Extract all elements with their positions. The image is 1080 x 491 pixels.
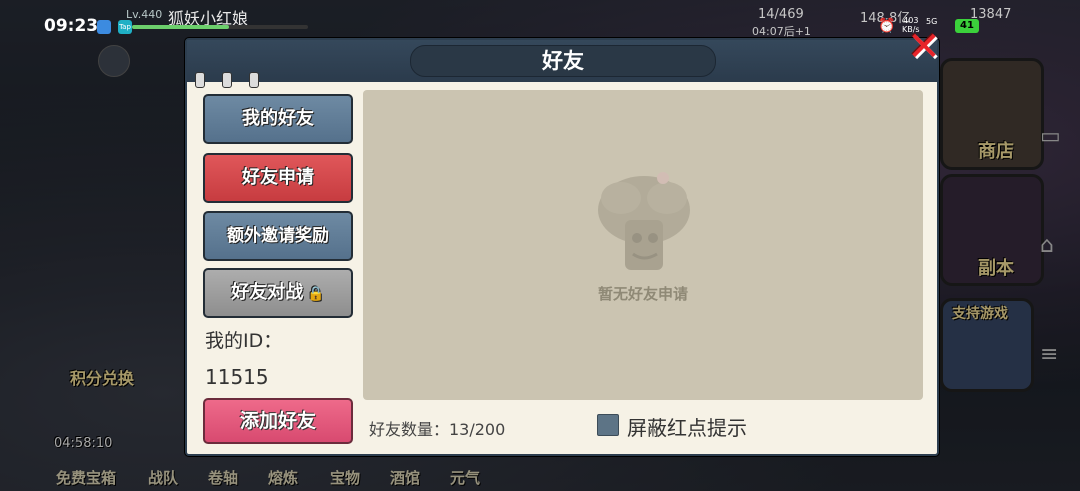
xp-bar-fill: [132, 25, 229, 29]
tab-friend-battle[interactable]: 好友对战 🔒: [203, 268, 353, 318]
rivet: [222, 72, 232, 88]
clock: 09:23: [44, 16, 99, 36]
dialog-header: 好友: [187, 40, 937, 82]
energy-count: 14/469: [758, 7, 804, 22]
lock-icon: 🔒: [307, 286, 325, 302]
app-notification-icon: [97, 20, 111, 34]
tab-label: 我的好友: [242, 108, 314, 129]
friend-count: 好友数量：13/200: [369, 420, 506, 439]
rivet: [249, 72, 259, 88]
mute-red-dot-label[interactable]: 屏蔽红点提示: [627, 412, 747, 441]
add-friend-button[interactable]: 添加好友: [203, 398, 353, 444]
energy-timer: 04:07后+1: [752, 25, 811, 38]
alarm-icon: ⏰: [878, 18, 896, 34]
rivet: [195, 72, 205, 88]
empty-message: 暂无好友申请: [597, 285, 688, 303]
friends-dialog: 好友 ✕ 我的好友 好友申请 额外邀请奖励 好友对战 🔒 我的ID： 11515 …: [185, 27, 941, 456]
xp-bar: [132, 25, 308, 29]
battery-icon: 41: [955, 19, 979, 33]
my-id-value: 11515: [205, 365, 269, 389]
tab-label: 额外邀请奖励: [227, 226, 329, 246]
dialog-title: 好友: [410, 45, 716, 77]
tab-label: 好友申请: [242, 167, 314, 188]
player-level: Lv.440: [126, 8, 163, 21]
tab-extra-invite-rewards[interactable]: 额外邀请奖励: [203, 211, 353, 261]
tab-my-friends[interactable]: 我的好友: [203, 94, 353, 144]
empty-tree-icon: [598, 172, 690, 270]
tab-friend-requests[interactable]: 好友申请: [203, 153, 353, 203]
requests-panel: 暂无好友申请: [363, 90, 923, 400]
header-rivets: [195, 72, 276, 92]
my-id-label: 我的ID：: [205, 330, 283, 352]
tab-label: 好友对战: [231, 282, 304, 303]
taptap-icon: Tap: [118, 20, 132, 34]
close-icon[interactable]: ✕: [905, 27, 943, 67]
mute-red-dot-checkbox[interactable]: [597, 414, 619, 436]
